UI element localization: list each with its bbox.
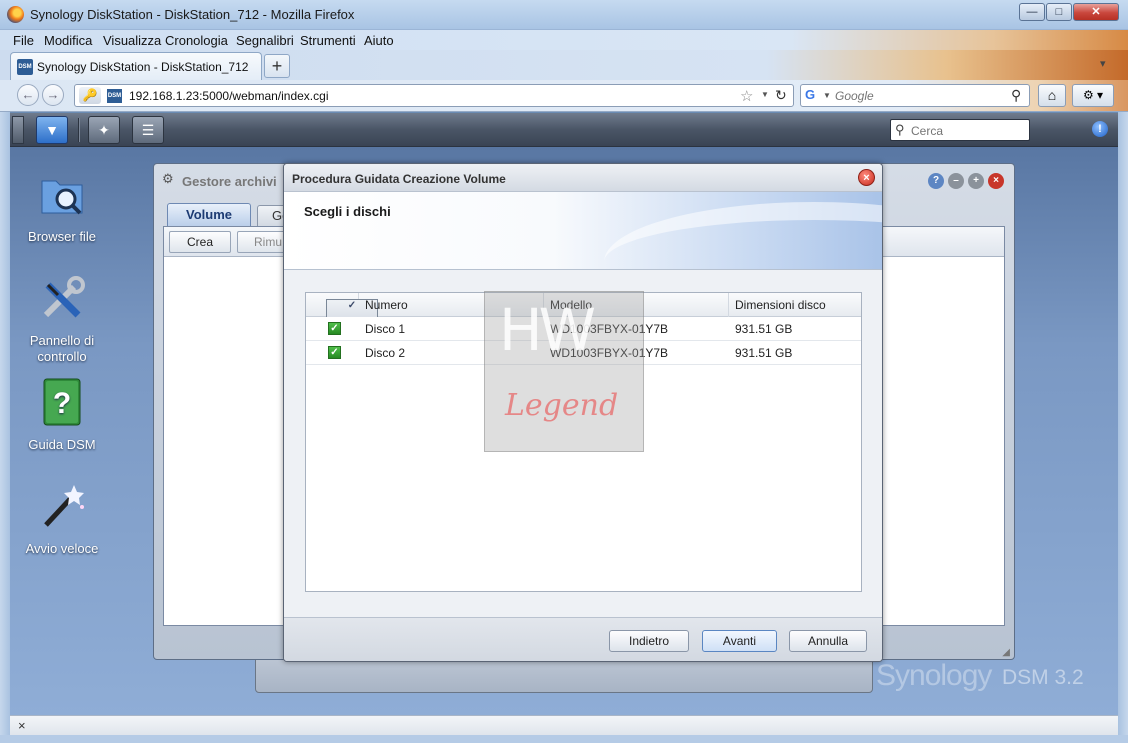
window-frame-bottom	[0, 735, 1128, 743]
taskbar-grip[interactable]	[12, 116, 24, 144]
notification-icon[interactable]: !	[1092, 121, 1108, 137]
synology-logo: Synology	[876, 659, 992, 692]
quick-start-wizard-icon[interactable]: ✦	[88, 116, 120, 144]
tools-icon	[43, 276, 85, 318]
create-button[interactable]: Crea	[169, 231, 231, 253]
addon-icon[interactable]: ⚙ ▾	[1072, 84, 1114, 107]
browser-tab-label: Synology DiskStation - DiskStation_712	[37, 60, 249, 74]
minimize-button[interactable]: —	[1019, 3, 1045, 21]
storage-manager-icon: ⚙	[162, 171, 174, 186]
menu-bar: File Modifica Visualizza Cronologia Segn…	[0, 30, 1128, 50]
dsm-favicon-icon: DSM	[107, 89, 122, 103]
maximize-icon[interactable]: +	[968, 173, 984, 189]
magic-wand-icon	[44, 485, 84, 527]
disk-size: 931.51 GB	[735, 322, 793, 336]
new-tab-button[interactable]: +	[264, 54, 290, 78]
reload-icon[interactable]: ↻	[775, 87, 787, 104]
key-icon[interactable]: 🔑	[79, 87, 101, 104]
menu-segnalibri[interactable]: Segnalibri	[236, 33, 294, 48]
window-titlebar: Synology DiskStation - DiskStation_712 -…	[0, 0, 1128, 30]
storage-manager-title: Gestore archivi	[182, 174, 277, 189]
desktop-icon-control-panel[interactable]: Pannello di controllo	[10, 271, 114, 365]
folder-magnifier-icon	[41, 180, 83, 215]
chevron-down-icon[interactable]: ▼	[823, 91, 831, 100]
dsm-favicon-icon: DSM	[17, 59, 33, 75]
row-checkbox[interactable]: ✓	[328, 346, 341, 359]
menu-strumenti[interactable]: Strumenti	[300, 33, 356, 48]
next-button[interactable]: Avanti	[702, 630, 777, 652]
column-header-size[interactable]: Dimensioni disco	[729, 293, 863, 317]
close-window-button[interactable]: ✕	[1073, 3, 1119, 21]
window-title: Synology DiskStation - DiskStation_712 -…	[30, 7, 355, 22]
disk-size: 931.51 GB	[735, 346, 793, 360]
menu-modifica[interactable]: Modifica	[44, 33, 92, 48]
taskbar-divider	[78, 118, 80, 142]
maximize-button[interactable]: □	[1046, 3, 1072, 21]
tab-bar: DSM Synology DiskStation - DiskStation_7…	[0, 50, 1128, 80]
desktop-icon-dsm-help[interactable]: ? Guida DSM	[10, 375, 114, 453]
minimize-icon[interactable]: –	[948, 173, 964, 189]
storage-manager-icon[interactable]: ☰	[132, 116, 164, 144]
back-arrow-icon[interactable]: ←	[17, 84, 39, 106]
browser-tab[interactable]: DSM Synology DiskStation - DiskStation_7…	[10, 52, 262, 80]
select-all-cell: ✓	[306, 293, 378, 327]
star-icon[interactable]: ☆	[740, 87, 753, 105]
google-icon[interactable]: G	[805, 87, 821, 104]
dsm-search-box[interactable]: ⚲	[890, 119, 1030, 141]
desktop-icon-label: Guida DSM	[28, 437, 96, 452]
banner-swoosh	[604, 202, 882, 269]
hwlegend-watermark: HW Legend	[484, 291, 644, 452]
desktop-icon-label: Browser file	[28, 229, 96, 244]
status-bar: ×	[10, 715, 1118, 735]
tab-volume[interactable]: Volume	[167, 203, 251, 227]
close-icon[interactable]: ×	[858, 169, 875, 186]
chevron-down-icon[interactable]: ▼	[761, 90, 769, 99]
forward-arrow-icon[interactable]: →	[42, 84, 64, 106]
row-checkbox[interactable]: ✓	[328, 322, 341, 335]
help-icon[interactable]: ?	[928, 173, 944, 189]
disk-number: Disco 2	[365, 346, 406, 360]
menu-file[interactable]: File	[13, 33, 34, 48]
dsm-search-input[interactable]	[911, 123, 1023, 138]
watermark-legend: Legend	[505, 388, 619, 423]
window-frame-right	[1118, 112, 1128, 743]
wizard-footer: Indietro Avanti Annulla	[284, 617, 882, 661]
magnifier-icon: ⚲	[895, 122, 905, 137]
watermark-hw: HW	[499, 296, 596, 364]
navigation-bar: ← → 🔑 DSM ☆ ▼ ↻ G ▼ ⚲ ⌂ ⚙ ▾	[0, 80, 1128, 112]
home-icon[interactable]: ⌂	[1038, 84, 1066, 107]
web-search-box[interactable]: G ▼ ⚲	[800, 84, 1030, 107]
cancel-button[interactable]: Annulla	[789, 630, 867, 652]
svg-text:?: ?	[53, 387, 71, 420]
desktop-icon-quick-start[interactable]: Avvio veloce	[10, 479, 114, 557]
menu-cronologia[interactable]: Cronologia	[165, 33, 228, 48]
tab-list-icon[interactable]: ▾	[1100, 57, 1106, 70]
dsm-taskbar: ▼ ✦ ☰ ⚲ !	[10, 113, 1118, 147]
menu-visualizza[interactable]: Visualizza	[103, 33, 161, 48]
wizard-title: Procedura Guidata Creazione Volume	[292, 172, 506, 186]
desktop-icon-label: Avvio veloce	[25, 541, 99, 556]
desktop-icon-label: Pannello di controllo	[29, 333, 95, 364]
wizard-step-title: Scegli i dischi	[304, 204, 391, 219]
disk-number: Disco 1	[365, 322, 406, 336]
desktop-icon-browser-file[interactable]: Browser file	[10, 167, 114, 245]
dsm-version-logo: DSM 3.2	[1002, 666, 1084, 689]
wizard-header[interactable]: Procedura Guidata Creazione Volume ×	[284, 164, 882, 192]
firefox-icon	[7, 6, 24, 23]
window-frame-left	[0, 112, 10, 743]
web-search-input[interactable]	[835, 88, 1005, 104]
resize-handle-icon[interactable]: ◢	[1002, 647, 1010, 658]
url-bar[interactable]: 🔑 DSM ☆ ▼ ↻	[74, 84, 794, 107]
close-icon[interactable]: ×	[988, 173, 1004, 189]
url-input[interactable]	[129, 88, 729, 104]
wizard-banner: Scegli i dischi	[284, 192, 882, 270]
help-book-icon: ?	[43, 378, 81, 426]
close-addon-bar-icon[interactable]: ×	[18, 718, 26, 733]
back-button[interactable]: Indietro	[609, 630, 689, 652]
magnifier-icon[interactable]: ⚲	[1011, 87, 1021, 104]
menu-aiuto[interactable]: Aiuto	[364, 33, 394, 48]
main-menu-icon[interactable]: ▼	[36, 116, 68, 144]
